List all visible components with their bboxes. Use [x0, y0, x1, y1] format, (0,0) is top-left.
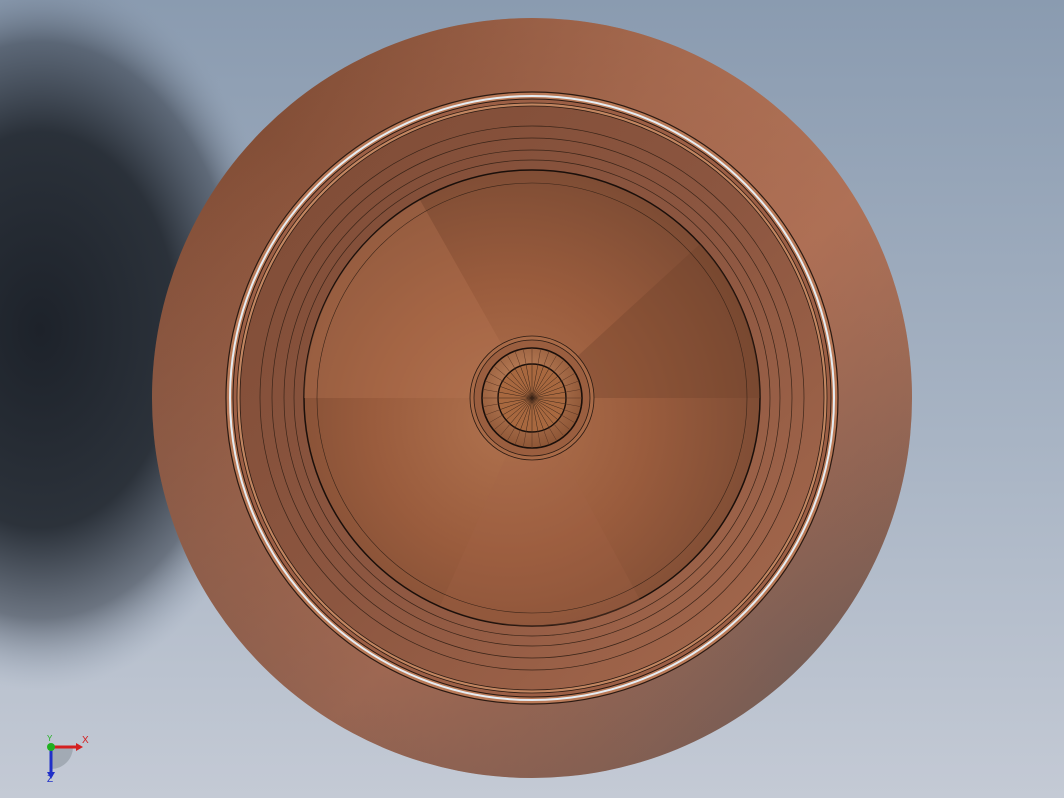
- z-axis-label: Z: [47, 774, 54, 785]
- axis-triad[interactable]: X Y Z: [36, 730, 100, 790]
- triad-quadrant: [51, 747, 73, 769]
- axis-triad-graphic: [47, 743, 83, 779]
- y-axis-point: [47, 743, 55, 751]
- model-view[interactable]: [0, 0, 1064, 798]
- graphics-viewport[interactable]: X Y Z: [0, 0, 1064, 798]
- x-axis-label: X: [82, 735, 89, 746]
- y-axis-label: Y: [47, 734, 53, 743]
